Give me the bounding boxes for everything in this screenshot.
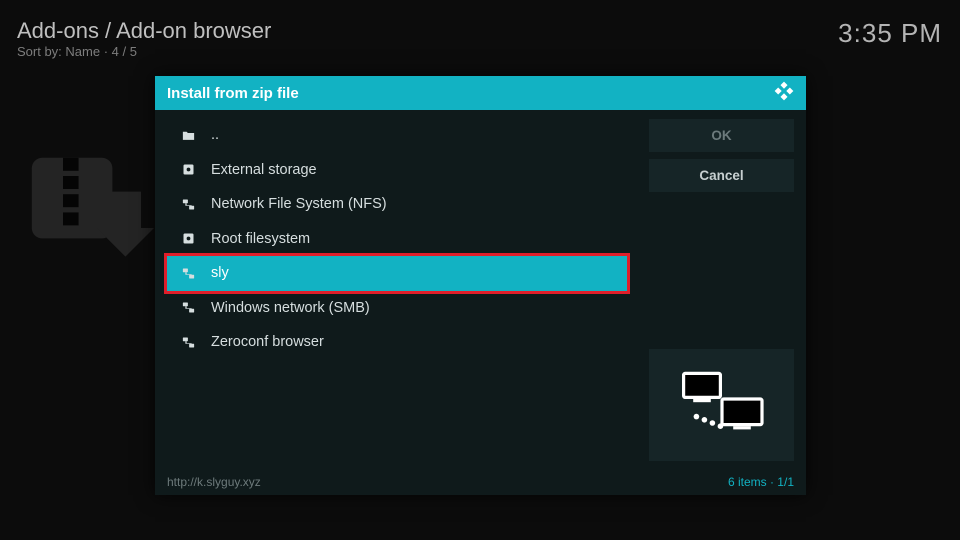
source-row-label: Zeroconf browser [211,334,324,350]
disk-icon [181,162,203,177]
disk-icon [181,231,203,246]
network-icon [181,197,203,212]
kodi-logo-icon [774,81,794,105]
network-icon [181,266,203,281]
source-row-0[interactable]: .. [167,118,627,153]
source-row-label: Windows network (SMB) [211,300,370,316]
network-computers-icon [674,367,770,444]
install-zip-dialog: Install from zip file .. External storage… [155,76,806,495]
source-row-3[interactable]: Root filesystem [167,222,627,257]
source-list: .. External storage Network File System (N… [167,118,627,360]
source-row-5[interactable]: Windows network (SMB) [167,291,627,326]
source-row-2[interactable]: Network File System (NFS) [167,187,627,222]
dialog-header: Install from zip file [155,76,806,110]
sort-line: Sort by: Name · 4 / 5 [17,44,137,59]
source-row-4[interactable]: sly [167,256,627,291]
footer-count: 6 items · 1/1 [728,475,794,489]
source-row-label: .. [211,127,219,143]
folder-up-icon [181,128,203,143]
source-row-label: Root filesystem [211,231,310,247]
network-icon [181,300,203,315]
source-row-label: External storage [211,162,317,178]
breadcrumb: Add-ons / Add-on browser [17,18,271,44]
ok-button[interactable]: OK [649,119,794,152]
clock: 3:35 PM [838,18,942,49]
source-row-label: Network File System (NFS) [211,196,387,212]
dialog-footer: http://k.slyguy.xyz 6 items · 1/1 [155,469,806,495]
dialog-title: Install from zip file [167,85,299,102]
source-row-6[interactable]: Zeroconf browser [167,325,627,360]
cancel-button[interactable]: Cancel [649,159,794,192]
source-row-1[interactable]: External storage [167,153,627,188]
network-icon [181,335,203,350]
zip-download-bg-icon [24,150,154,285]
footer-path: http://k.slyguy.xyz [167,475,261,489]
preview-pane [649,349,794,461]
source-row-label: sly [211,265,229,281]
